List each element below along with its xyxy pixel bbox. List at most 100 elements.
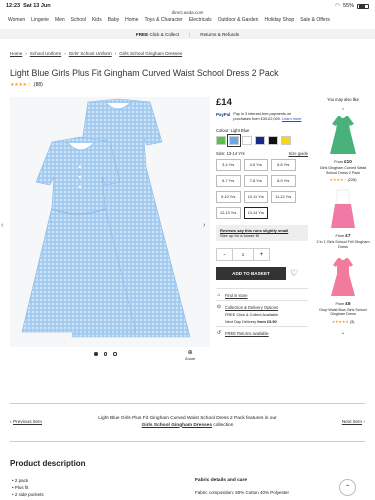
zoom-button[interactable]: ⊕ Zoom [185,349,195,361]
qty-decrease-button[interactable]: - [216,248,233,262]
recommendation-name: Girls Gingham Curved Waist School Dress … [319,166,367,175]
recommendation-card[interactable]: From £10 Girls Gingham Curved Waist Scho… [316,114,370,182]
breadcrumb-school-uniform[interactable]: School Uniform [30,51,61,56]
recommendations-down-arrow[interactable]: ⌄ [316,330,370,336]
size-option[interactable]: 3-4 Yrs [216,159,241,172]
scroll-to-top-button[interactable]: ⌃ [339,479,356,496]
breadcrumb-girls-uniform[interactable]: Girls' School Uniform [69,51,112,56]
nav-women[interactable]: Women [8,17,25,27]
swatch-green[interactable] [216,136,226,146]
collection-link[interactable]: Girls School Gingham Dresses [142,423,212,428]
item-pager: ‹ Previous item Light Blue Girls Plus Fi… [10,403,365,442]
nav-school[interactable]: School [71,17,86,27]
size-label: Size: 13-14 Yrs [216,151,245,157]
recommendation-card[interactable]: From £7 2 In 1 Girls School Frill Gingha… [316,188,370,249]
qty-value[interactable]: 1 [233,248,253,262]
zoom-label: Zoom [185,356,196,361]
find-in-store-link[interactable]: Find in store [225,293,248,298]
product-image[interactable] [10,97,210,347]
recommendation-image [331,190,355,229]
swatch-navy[interactable] [255,136,265,146]
paypal-learn-more[interactable]: Learn more [282,117,301,121]
collection-note-text: Light Blue Girls Plus Fit Gingham Curved… [98,415,277,421]
fabric-composition: Fabric composition: 60% Cotton 40% Polye… [195,490,290,495]
swatch-black[interactable] [268,136,278,146]
delivery-options-link[interactable]: Collection & Delivery Options [225,305,278,310]
paypal-logo: PayPal [216,112,231,117]
nav-home[interactable]: Home [125,17,138,27]
carousel-prev-arrow[interactable]: ‹ [1,222,3,229]
banner-click-collect[interactable]: FREE Click & Collect [136,32,179,37]
description-bullet: • 2 pack [12,478,29,483]
carousel-dot[interactable] [94,352,98,356]
size-option[interactable]: 7-8 Yrs [243,175,268,188]
fit-advice-box: Reviews say this runs slightly small Siz… [216,225,308,242]
returns-icon: ↺ [216,330,222,337]
swatch-light-blue[interactable] [227,134,241,148]
product-price: £14 [216,97,232,108]
find-in-store-row[interactable]: ⌂ Find in store [216,288,308,298]
previous-item-link[interactable]: Previous item [13,420,42,425]
swatch-yellow[interactable] [281,136,291,146]
nav-baby[interactable]: Baby [108,17,119,27]
review-count[interactable]: (88) [34,82,43,88]
returns-row[interactable]: ↺ FREE Returns available [216,326,308,336]
chevron-up-icon: ⌃ [344,485,351,491]
carousel-dots [94,352,117,356]
swatch-white[interactable] [242,136,252,146]
size-guide-link[interactable]: Size guide [288,151,308,156]
collection-note-suffix: collection [213,422,234,428]
nav-electricals[interactable]: Electricals [189,17,212,27]
recommendation-card[interactable]: From £6 Drop Waist Bow Girls School Ging… [316,256,370,324]
size-option-selected[interactable]: 13-14 Yrs [243,207,268,220]
recommendation-rating: ★★★★★ (3) [331,319,355,324]
previous-item[interactable]: ‹ Previous item [10,420,70,425]
returns-link[interactable]: FREE Returns available [225,331,269,336]
chevron-right-icon: › [363,420,365,425]
size-option[interactable]: 5-6 Yrs [271,159,296,172]
recommendation-image [330,116,356,154]
recommendation-price: From £7 [335,233,351,239]
nav-men[interactable]: Men [55,17,65,27]
breadcrumb-gingham-dresses[interactable]: Girls School Gingham Dresses [119,51,182,56]
size-option[interactable]: 11-12 Yrs [271,191,296,204]
size-grid: 3-4 Yrs 4-5 Yrs 5-6 Yrs 6-7 Yrs 7-8 Yrs … [216,159,308,220]
breadcrumb-home[interactable]: Home [10,51,22,56]
breadcrumb: Home › School Uniform › Girls' School Unif… [10,51,182,56]
add-row: ADD TO BASKET ♡ [216,267,308,281]
nav-lingerie[interactable]: Lingerie [31,17,49,27]
collection-note: Light Blue Girls Plus Fit Gingham Curved… [70,416,305,430]
carousel-dot[interactable] [113,352,117,356]
recommendation-price: From £10 [334,159,352,164]
size-option[interactable]: 8-9 Yrs [271,175,296,188]
carousel-next-arrow[interactable]: › [203,222,205,229]
size-option[interactable]: 9-10 Yrs [216,191,241,204]
nav-outdoor[interactable]: Outdoor & Garden [218,17,259,27]
next-item-link[interactable]: Next item [342,420,362,425]
banner-returns[interactable]: Returns & Refunds [200,32,239,37]
size-option[interactable]: 4-5 Yrs [243,159,268,172]
description-bullet: • 2 side pockets [12,491,44,497]
status-time: 12:23 Sat 13 Jun [6,3,51,9]
next-item[interactable]: Next item › [305,420,365,425]
colour-label: Colour: Light Blue [216,128,250,134]
size-option[interactable]: 6-7 Yrs [216,175,241,188]
nav-kids[interactable]: Kids [92,17,102,27]
recommendations: You may also like ⌃ From £10 Girls Gingh… [316,97,370,336]
size-option[interactable]: 12-13 Yrs [216,207,241,220]
carousel-dot[interactable] [103,352,107,356]
chevron-left-icon: ‹ [10,420,12,425]
add-to-basket-button[interactable]: ADD TO BASKET [216,267,286,281]
qty-increase-button[interactable]: + [253,248,270,262]
nav-toys[interactable]: Toys & Character [144,17,182,27]
wishlist-heart-icon[interactable]: ♡ [290,268,298,279]
quantity-stepper: - 1 + [216,248,308,262]
description-bullet: • Plus fit [12,484,29,490]
delivery-row[interactable]: ⊙ Collection & Delivery Options [216,300,308,310]
size-option[interactable]: 10-11 Yrs [243,191,268,204]
rating-row[interactable]: ★★★★☆ (88) [10,82,43,88]
dress-illustration [21,98,191,338]
product-description-title: Product description [10,459,86,468]
nav-sale[interactable]: Sale & Offers [300,17,330,27]
nav-holiday[interactable]: Holiday Shop [264,17,294,27]
